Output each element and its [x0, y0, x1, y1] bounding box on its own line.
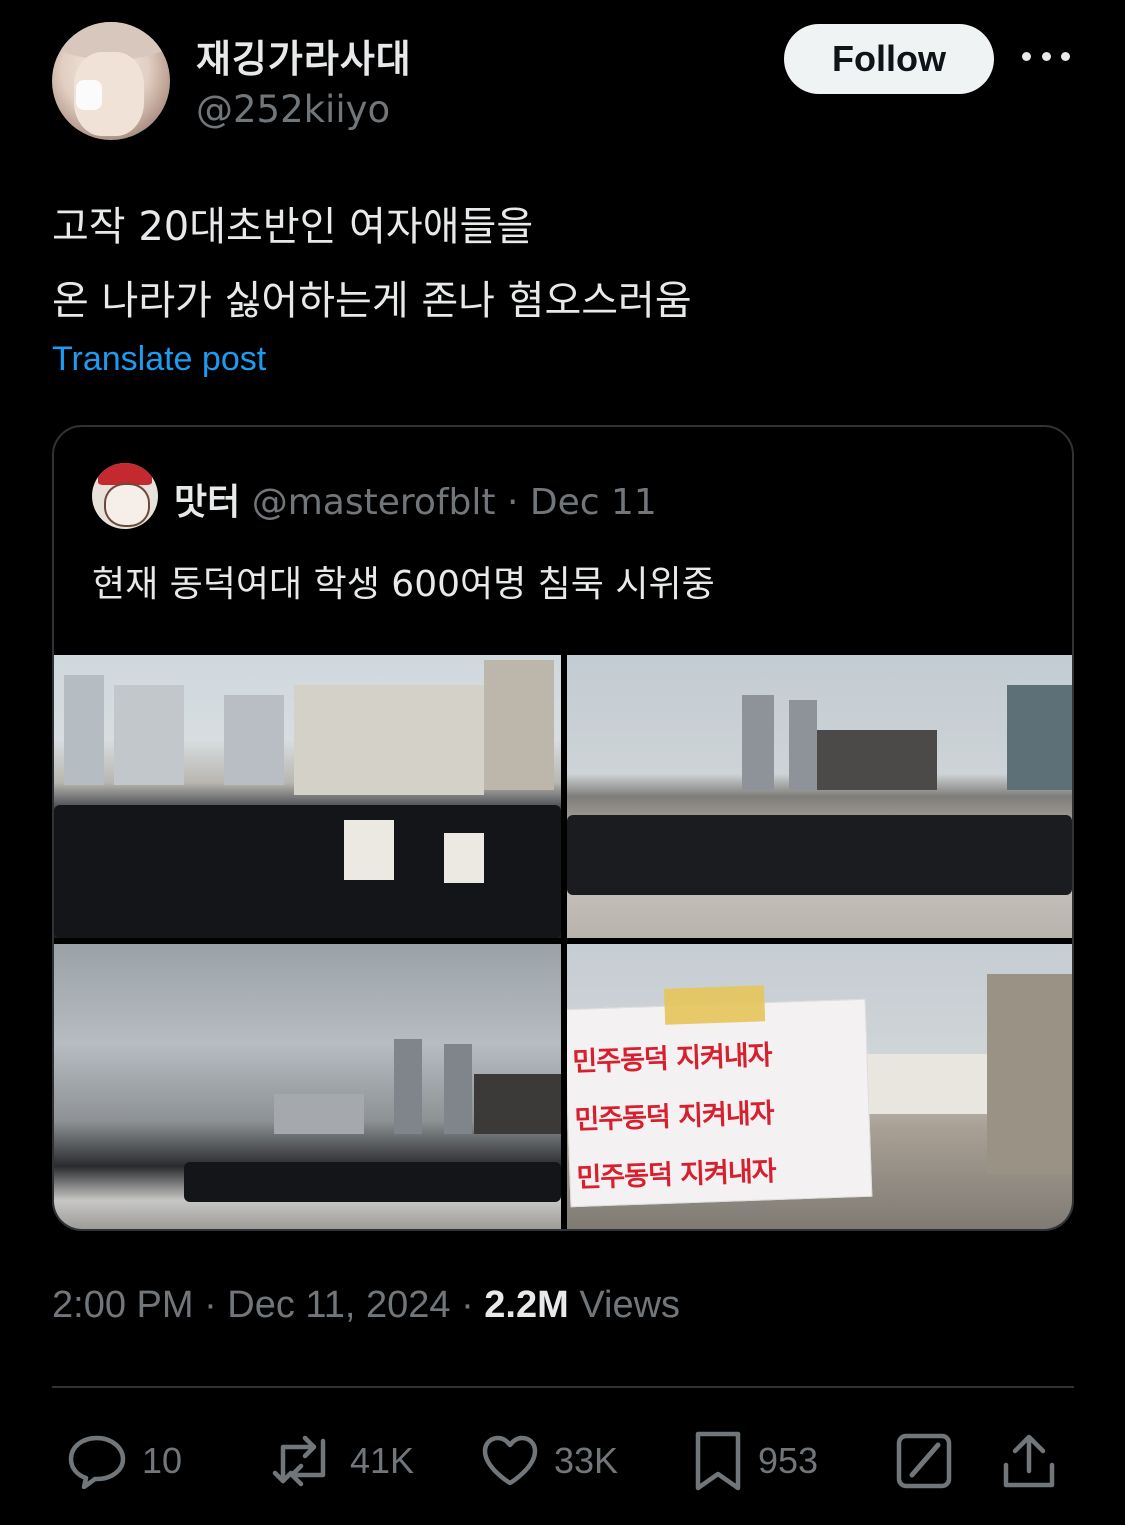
- reply-count: 10: [142, 1440, 183, 1481]
- repost-button[interactable]: 41K: [270, 1426, 414, 1496]
- post-text: 고작 20대초반인 여자애들을 온 나라가 싫어하는게 존나 혐오스러움: [52, 190, 692, 338]
- repost-icon: [272, 1435, 326, 1487]
- action-bar: 10 41K 33K 953: [52, 1426, 1074, 1496]
- media-grid: 민주동덕 지켜내자 민주동덕 지켜내자 민주동덕 지켜내자: [54, 655, 1072, 1229]
- media-photo-3[interactable]: [54, 944, 561, 1229]
- bookmark-count: 953: [758, 1440, 819, 1481]
- bookmark-button[interactable]: 953: [692, 1426, 818, 1496]
- repost-count: 41K: [350, 1440, 415, 1481]
- quote-text: 현재 동덕여대 학생 600여명 침묵 시위중: [92, 564, 715, 605]
- grok-icon: [896, 1433, 952, 1489]
- like-button[interactable]: 33K: [480, 1426, 618, 1496]
- post-timestamp[interactable]: 2:00 PM · Dec 11, 2024 · 2.2M Views: [52, 1284, 680, 1327]
- reply-icon: [68, 1435, 126, 1489]
- quote-separator: ·: [495, 482, 530, 523]
- post-text-line-1: 고작 20대초반인 여자애들을: [52, 204, 534, 250]
- quote-meta: 맛터 @masterofblt · Dec 11: [174, 473, 657, 525]
- timestamp-text: 2:00 PM · Dec 11, 2024 ·: [52, 1284, 485, 1326]
- protest-sign: 민주동덕 지켜내자 민주동덕 지켜내자 민주동덕 지켜내자: [567, 985, 873, 1208]
- author-avatar[interactable]: [52, 22, 170, 140]
- quoted-post-card[interactable]: 맛터 @masterofblt · Dec 11 현재 동덕여대 학생 600여…: [52, 425, 1074, 1231]
- more-icon[interactable]: [1022, 36, 1070, 76]
- author-display-name[interactable]: 재깅가라사대: [196, 28, 412, 83]
- translate-post-link[interactable]: Translate post: [52, 340, 266, 379]
- sign-line-3: 민주동덕 지켜내자: [576, 1156, 777, 1194]
- reply-button[interactable]: 10: [66, 1426, 182, 1496]
- media-photo-4[interactable]: 민주동덕 지켜내자 민주동덕 지켜내자 민주동덕 지켜내자: [567, 944, 1072, 1229]
- bookmark-icon: [695, 1431, 741, 1491]
- grok-button[interactable]: [894, 1426, 954, 1496]
- divider: [52, 1386, 1074, 1388]
- quote-date[interactable]: Dec 11: [530, 482, 657, 523]
- like-count: 33K: [554, 1440, 619, 1481]
- sign-line-2: 민주동덕 지켜내자: [573, 1098, 775, 1137]
- views-count: 2.2M: [484, 1284, 569, 1326]
- share-button[interactable]: [1000, 1426, 1058, 1496]
- share-icon: [1003, 1434, 1055, 1488]
- views-label: Views: [568, 1284, 681, 1326]
- media-photo-2[interactable]: [567, 655, 1072, 938]
- media-photo-1[interactable]: [54, 655, 561, 938]
- like-icon: [482, 1435, 538, 1486]
- quote-handle[interactable]: @masterofblt: [252, 482, 496, 523]
- quote-display-name[interactable]: 맛터: [174, 482, 240, 523]
- post-text-line-2: 온 나라가 싫어하는게 존나 혐오스러움: [52, 278, 692, 324]
- author-handle[interactable]: @252kiiyo: [196, 88, 390, 131]
- sign-line-1: 민주동덕 지켜내자: [571, 1040, 773, 1079]
- follow-button[interactable]: Follow: [784, 24, 994, 94]
- quote-author-avatar[interactable]: [92, 463, 158, 529]
